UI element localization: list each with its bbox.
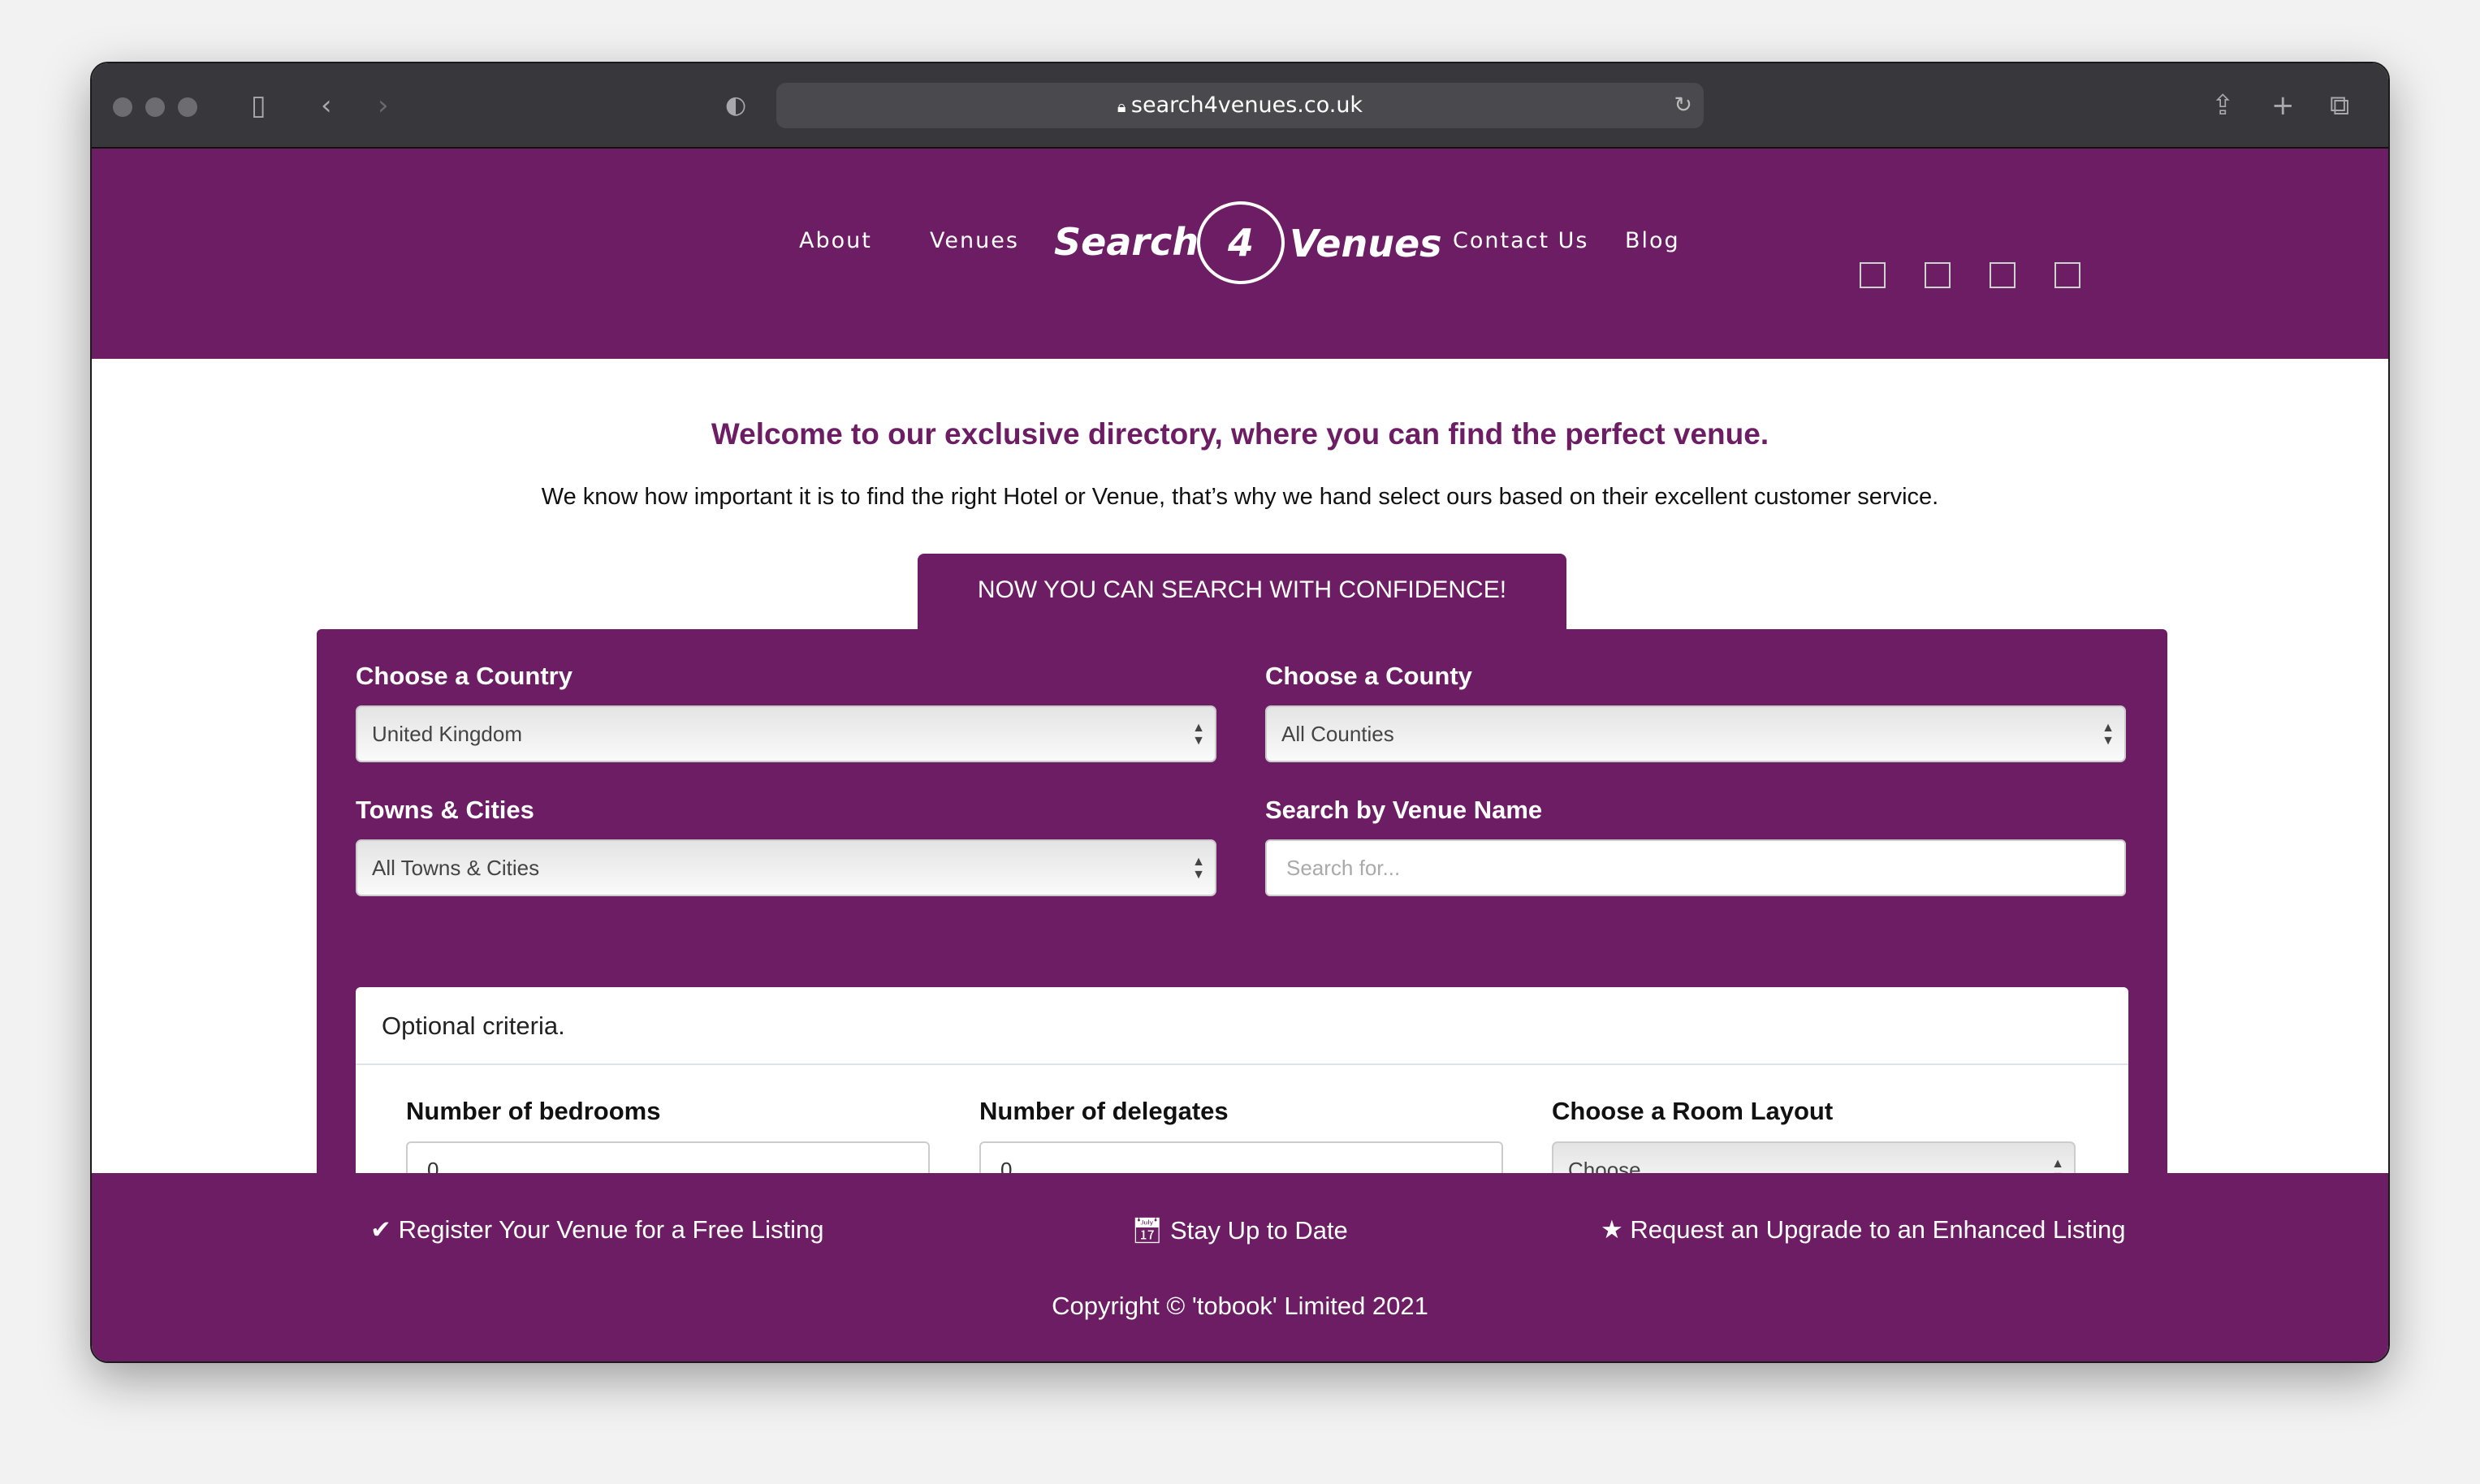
copyright: Copyright © 'tobook' Limited 2021 xyxy=(1052,1292,1428,1320)
logo-left: Search xyxy=(1054,220,1199,264)
close-window-button[interactable] xyxy=(113,97,132,117)
shield-icon[interactable]: ◐ xyxy=(725,88,746,123)
browser-window: ▯ ‹ › ◐ 🔒︎ search4venues.co.uk ↻ ⇪ + ⧉ Ab… xyxy=(90,62,2390,1363)
room-layout-label: Choose a Room Layout xyxy=(1552,1097,1834,1125)
county-label: Choose a County xyxy=(1265,662,1472,690)
sidebar-icon[interactable]: ▯ xyxy=(251,88,266,123)
search-panel: Choose a Country United Kingdom ▲ ▼ Choose… xyxy=(317,629,2167,1231)
register-text: Register Your Venue for a Free Listing xyxy=(398,1215,824,1244)
optional-criteria-title: Optional criteria. xyxy=(356,987,2128,1065)
register-venue-link[interactable]: ✔ Register Your Venue for a Free Listing xyxy=(370,1215,823,1245)
search-tab[interactable]: NOW YOU CAN SEARCH WITH CONFIDENCE! xyxy=(918,554,1566,631)
site-header: About Venues Search 4 Venues Contact Us … xyxy=(92,149,2388,359)
browser-toolbar: ▯ ‹ › ◐ 🔒︎ search4venues.co.uk ↻ ⇪ + ⧉ xyxy=(92,63,2388,149)
select-arrows-icon: ▲▼ xyxy=(2102,721,2115,748)
nav-venues[interactable]: Venues xyxy=(930,228,1019,253)
nav-contact[interactable]: Contact Us xyxy=(1453,228,1588,253)
check-icon: ✔ xyxy=(370,1215,399,1244)
country-label: Choose a Country xyxy=(356,662,572,690)
upgrade-text: Request an Upgrade to an Enhanced Listin… xyxy=(1630,1215,2126,1244)
social-icon-3[interactable] xyxy=(1990,262,2016,288)
towns-label: Towns & Cities xyxy=(356,796,534,824)
site-footer: ✔ Register Your Venue for a Free Listing… xyxy=(92,1173,2388,1361)
reload-icon[interactable]: ↻ xyxy=(1674,83,1692,128)
nav-blog[interactable]: Blog xyxy=(1625,228,1680,253)
new-tab-icon[interactable]: + xyxy=(2271,88,2295,123)
star-icon: ★ xyxy=(1601,1215,1631,1244)
minimize-window-button[interactable] xyxy=(145,97,165,117)
site-logo[interactable]: Search 4 Venues xyxy=(1054,197,1444,287)
intro-text: We know how important it is to find the … xyxy=(541,484,1939,510)
address-bar[interactable]: 🔒︎ search4venues.co.uk ↻ xyxy=(776,83,1704,128)
select-arrows-icon: ▲▼ xyxy=(1192,855,1205,882)
lock-icon: 🔒︎ xyxy=(1117,97,1131,116)
bedrooms-label: Number of bedrooms xyxy=(406,1097,661,1125)
country-select[interactable]: United Kingdom ▲ ▼ xyxy=(356,705,1216,762)
venue-name-label: Search by Venue Name xyxy=(1265,796,1543,824)
county-value: All Counties xyxy=(1281,722,1394,746)
select-arrows-icon: ▲▼ xyxy=(1192,721,1205,748)
logo-right: Venues xyxy=(1290,222,1442,265)
request-upgrade-link[interactable]: ★ Request an Upgrade to an Enhanced List… xyxy=(1601,1215,2126,1245)
logo-ring: 4 xyxy=(1197,201,1285,284)
calendar-icon: 📅︎ xyxy=(1131,1216,1170,1245)
share-icon[interactable]: ⇪ xyxy=(2211,88,2235,123)
nav-about[interactable]: About xyxy=(799,228,872,253)
stay-up-to-date-link[interactable]: 📅︎ Stay Up to Date xyxy=(1131,1215,1348,1245)
towns-select[interactable]: All Towns & Cities ▲ ▼ xyxy=(356,839,1216,896)
social-icon-1[interactable] xyxy=(1860,262,1886,288)
welcome-heading: Welcome to our exclusive directory, wher… xyxy=(711,417,1769,451)
stay-text: Stay Up to Date xyxy=(1169,1216,1348,1245)
country-value: United Kingdom xyxy=(372,722,522,746)
towns-value: All Towns & Cities xyxy=(372,856,540,880)
url-text: search4venues.co.uk xyxy=(1130,93,1363,118)
venue-name-input[interactable]: Search for... xyxy=(1265,839,2126,896)
social-icon-4[interactable] xyxy=(2054,262,2080,288)
forward-icon[interactable]: › xyxy=(378,88,389,123)
delegates-label: Number of delegates xyxy=(979,1097,1229,1125)
tabs-overview-icon[interactable]: ⧉ xyxy=(2330,88,2349,123)
county-select[interactable]: All Counties ▲ ▼ xyxy=(1265,705,2126,762)
maximize-window-button[interactable] xyxy=(178,97,197,117)
back-icon[interactable]: ‹ xyxy=(321,88,332,123)
social-icon-2[interactable] xyxy=(1925,262,1951,288)
